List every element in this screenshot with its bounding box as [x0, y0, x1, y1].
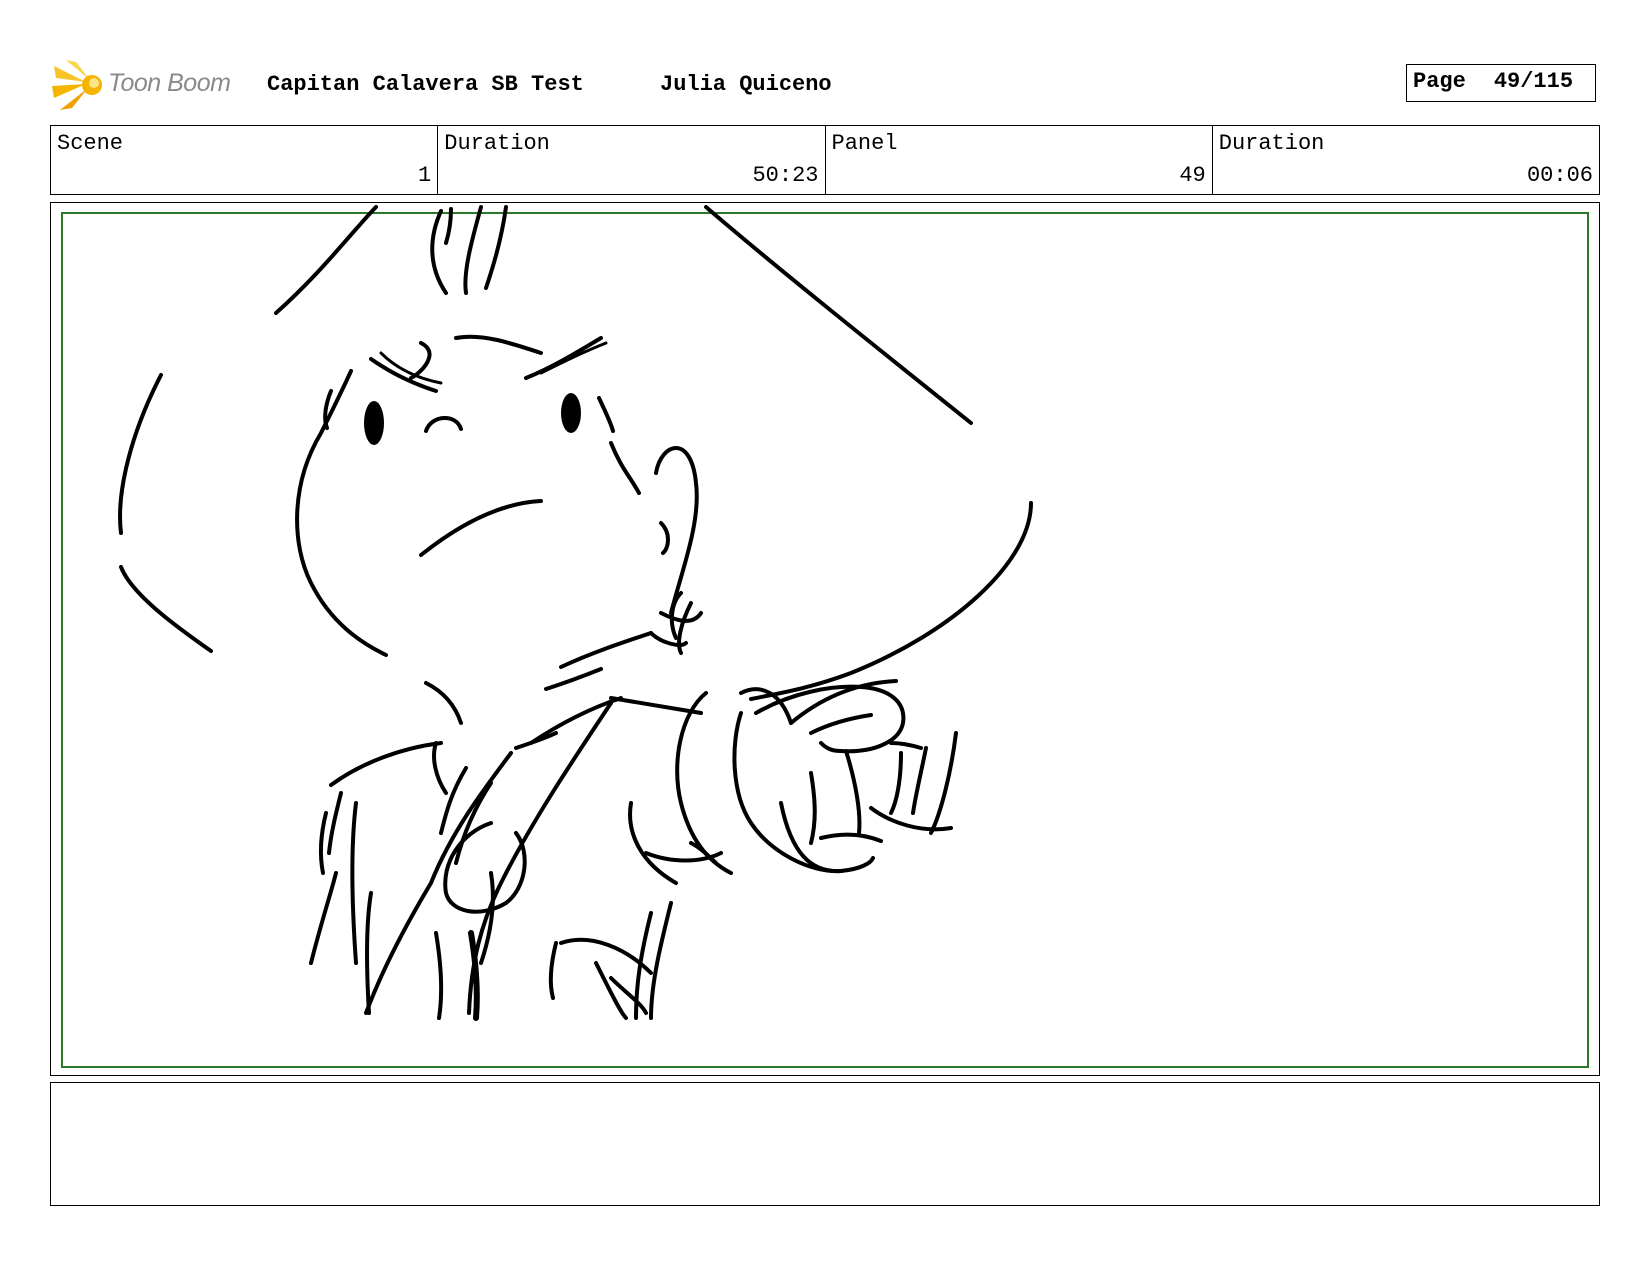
panel-value: 49	[1179, 163, 1206, 188]
panel-notes-box	[50, 1082, 1600, 1206]
logo-text: Toon Boom	[108, 69, 231, 97]
scene-value: 1	[418, 163, 432, 188]
panel-duration-label: Duration	[1218, 131, 1325, 156]
scene-duration-value: 50:23	[752, 163, 819, 188]
scene-cell: Scene 1	[51, 126, 439, 194]
panel-duration-value: 00:06	[1526, 163, 1593, 188]
toon-boom-logo: Toon Boom	[52, 58, 252, 112]
panel-cell: Panel 49	[826, 126, 1213, 194]
author-name: Julia Quiceno	[660, 72, 832, 97]
scene-duration-label: Duration	[444, 131, 550, 156]
panel-info-table: Scene 1 Duration 50:23 Panel 49 Duration…	[50, 125, 1600, 195]
flame-logo-icon	[52, 60, 102, 110]
panel-label: Panel	[831, 131, 898, 156]
storyboard-panel	[50, 202, 1600, 1076]
page-indicator: Page 49/115	[1406, 64, 1596, 102]
page-label: Page	[1413, 69, 1466, 94]
project-title: Capitan Calavera SB Test	[267, 72, 584, 97]
scene-duration-cell: Duration 50:23	[438, 126, 826, 194]
scene-label: Scene	[57, 131, 124, 156]
character-sketch	[118, 205, 1033, 1021]
page-number: 49/115	[1493, 69, 1574, 94]
page-header: Toon Boom Capitan Calavera SB Test Julia…	[52, 58, 1612, 112]
panel-duration-cell: Duration 00:06	[1213, 126, 1599, 194]
